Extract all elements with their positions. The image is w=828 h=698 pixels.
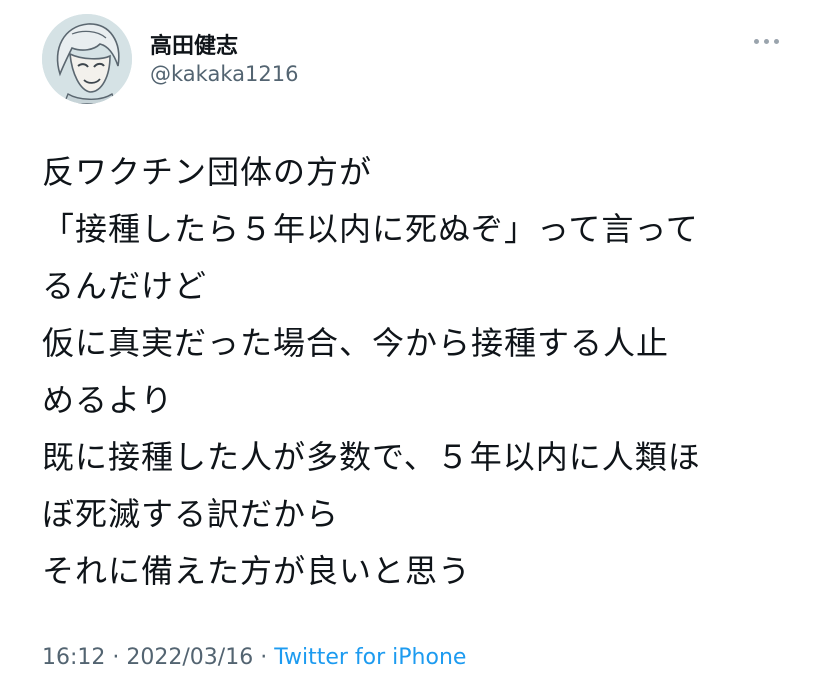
tweet-text: 反ワクチン団体の方が 「接種したら５年以内に死ぬぞ」って言って るんだけど 仮に… <box>42 144 802 600</box>
tweet-text-line: 「接種したら５年以内に死ぬぞ」って言って <box>42 210 699 248</box>
tweet-text-line: 仮に真実だった場合、今から接種する人止 <box>42 324 670 362</box>
avatar-illustration-icon <box>42 14 132 104</box>
more-options-button[interactable] <box>744 26 788 56</box>
tweet-meta: 16:12 · 2022/03/16 · Twitter for iPhone <box>42 645 466 670</box>
user-handle[interactable]: @kakaka1216 <box>150 62 298 86</box>
more-horizontal-icon <box>751 38 781 44</box>
tweet: 高田健志 @kakaka1216 反ワクチン団体の方が 「接種したら５年以内に死… <box>0 0 828 698</box>
tweet-time[interactable]: 16:12 <box>42 645 105 670</box>
tweet-text-line: 既に接種した人が多数で、５年以内に人類ほ <box>42 438 701 476</box>
tweet-text-line: めるより <box>42 381 174 419</box>
avatar[interactable] <box>42 14 132 104</box>
tweet-text-line: るんだけど <box>42 267 208 305</box>
tweet-source-link[interactable]: Twitter for iPhone <box>274 645 466 670</box>
meta-separator: · <box>253 645 275 670</box>
tweet-text-line: 反ワクチン団体の方が <box>42 153 373 191</box>
tweet-date[interactable]: 2022/03/16 <box>126 645 253 670</box>
tweet-text-line: ぼ死滅する訳だから <box>42 495 340 533</box>
display-name[interactable]: 高田健志 <box>150 28 238 60</box>
tweet-text-line: それに備えた方が良いと思う <box>42 552 472 590</box>
meta-separator: · <box>105 645 127 670</box>
